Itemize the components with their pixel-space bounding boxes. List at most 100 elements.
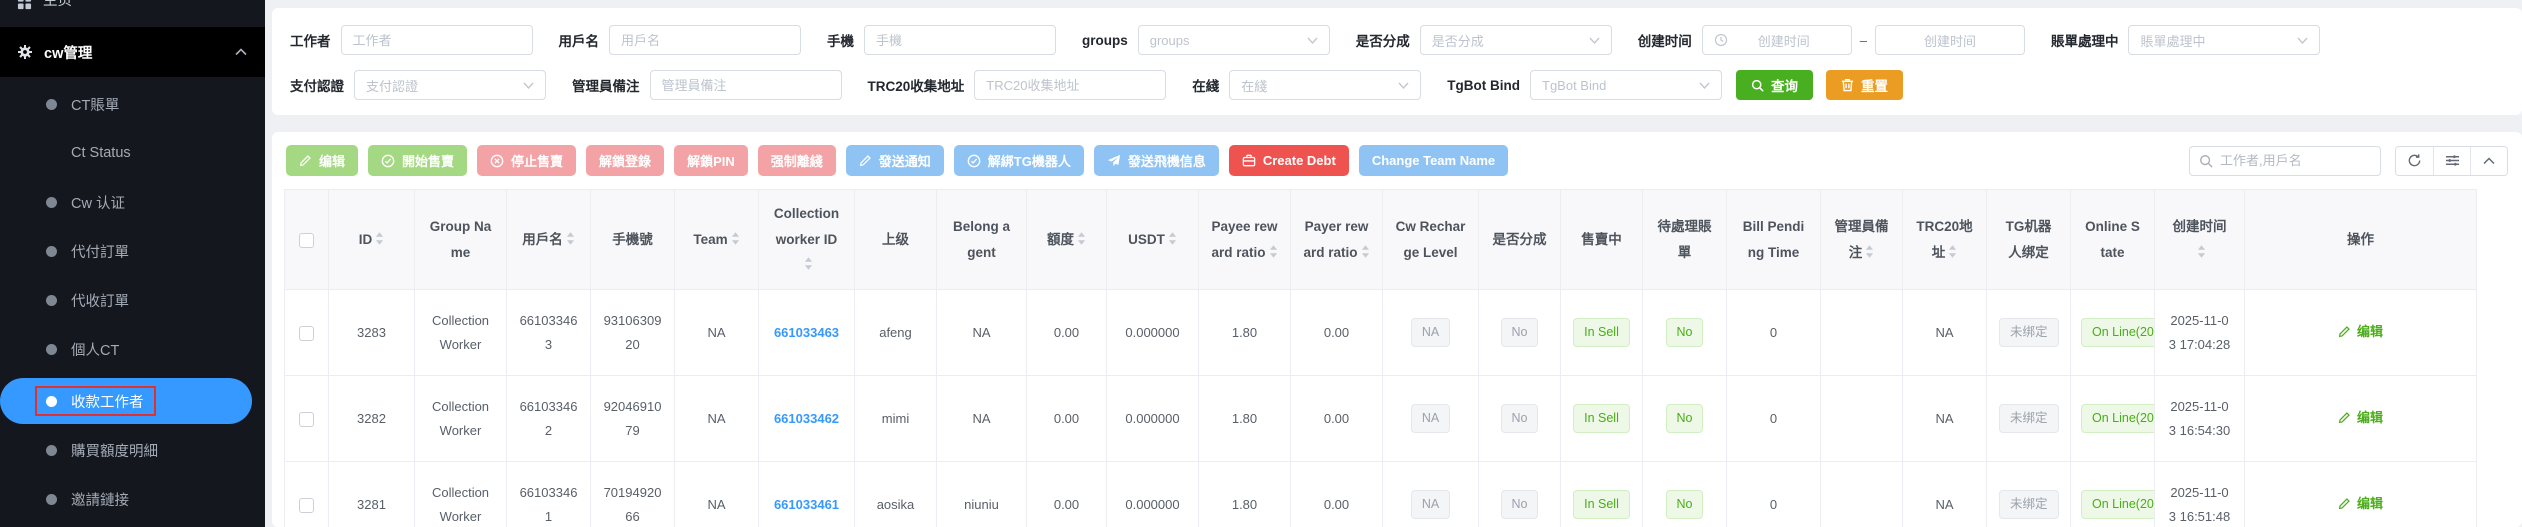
worker-id-link[interactable]: 661033461 <box>774 497 839 512</box>
telegram-icon <box>1107 154 1121 168</box>
pay-auth-select[interactable]: 支付認證 <box>354 70 546 100</box>
col-split: 是否分成 <box>1479 190 1561 290</box>
col-quota[interactable]: 額度 <box>1027 190 1107 290</box>
sort-icon[interactable] <box>731 231 740 246</box>
unbind-tg-button[interactable]: 解綁TG機器人 <box>954 145 1084 176</box>
table-search-input[interactable] <box>2220 153 2371 168</box>
col-id[interactable]: ID <box>329 190 415 290</box>
sidebar-item-label: 購買額度明細 <box>71 440 158 461</box>
sidebar-item-payout-orders[interactable]: 代付訂單 <box>0 231 265 271</box>
start-sell-button[interactable]: 開始售賣 <box>368 145 467 176</box>
cell-created: 2025-11-03 16:51:48 <box>2155 462 2245 527</box>
cell-username: 661033462 <box>507 376 591 462</box>
force-offline-button[interactable]: 强制離綫 <box>758 145 836 176</box>
sort-icon[interactable] <box>804 256 813 271</box>
pencil-icon <box>2338 325 2351 338</box>
sort-icon[interactable] <box>1865 244 1874 259</box>
cell-team: NA <box>675 290 759 376</box>
col-payer-reward-ratio[interactable]: Payer reward ratio <box>1291 190 1383 290</box>
cell-tg-bind: 未绑定 <box>1987 290 2071 376</box>
col-payee-reward-ratio[interactable]: Payee reward ratio <box>1199 190 1291 290</box>
unlock-login-button[interactable]: 解鎖登錄 <box>586 145 664 176</box>
unlock-pin-button[interactable]: 解鎖PIN <box>674 145 748 176</box>
split-label: 是否分成 <box>1356 30 1410 50</box>
col-usdt[interactable]: USDT <box>1107 190 1199 290</box>
column-settings-icon[interactable] <box>2433 147 2470 175</box>
sort-icon[interactable] <box>1269 244 1278 259</box>
edit-row-link[interactable]: 编辑 <box>2338 406 2383 429</box>
select-placeholder: 支付認證 <box>366 76 418 95</box>
sort-icon[interactable] <box>375 231 384 246</box>
col-team[interactable]: Team <box>675 190 759 290</box>
sidebar-item-ct-bill[interactable]: CT賬單 <box>0 84 265 124</box>
cell-online-state: On Line(202 <box>2071 462 2155 527</box>
col-selling: 售賣中 <box>1561 190 1643 290</box>
stop-sell-button[interactable]: 停止售賣 <box>477 145 576 176</box>
create-debt-button[interactable]: Create Debt <box>1229 145 1349 176</box>
sidebar-item-purchase-quota[interactable]: 購買額度明細 <box>0 430 265 470</box>
bill-processing-select[interactable]: 賬單處理中 <box>2128 25 2320 55</box>
created-end-input[interactable]: 创建时间 <box>1875 25 2025 55</box>
chevron-down-icon <box>1589 37 1600 44</box>
online-select[interactable]: 在綫 <box>1229 70 1421 100</box>
send-telegram-button[interactable]: 發送飛機信息 <box>1094 145 1219 176</box>
cell-created: 2025-11-03 17:04:28 <box>2155 290 2245 376</box>
sidebar-item-cw-auth[interactable]: Cw 认证 <box>0 182 265 222</box>
split-select[interactable]: 是否分成 <box>1420 25 1612 55</box>
col-collection-worker-id[interactable]: Collection worker ID <box>759 190 855 290</box>
admin-note-input[interactable] <box>650 70 842 100</box>
trc20-input[interactable] <box>974 70 1166 100</box>
sidebar-item-personal-ct[interactable]: 個人CT <box>0 329 265 369</box>
col-admin-note[interactable]: 管理員備注 <box>1821 190 1903 290</box>
select-all-checkbox[interactable] <box>299 233 314 248</box>
phone-input[interactable] <box>864 25 1056 55</box>
range-separator: – <box>1860 33 1867 48</box>
sort-icon[interactable] <box>1077 231 1086 246</box>
sidebar-group-cw[interactable]: cw管理 <box>0 27 265 77</box>
row-checkbox[interactable] <box>299 326 314 341</box>
search-icon <box>2199 154 2213 168</box>
filter-panel: 工作者 用戶名 手機 groups groups 是否分成 是否分成 创建时间 … <box>272 8 2522 115</box>
refresh-icon[interactable] <box>2396 147 2433 175</box>
row-checkbox[interactable] <box>299 498 314 513</box>
collapse-icon[interactable] <box>2470 147 2507 175</box>
worker-id-link[interactable]: 661033462 <box>774 411 839 426</box>
bullet-icon <box>46 396 57 407</box>
sidebar-item-collect-orders[interactable]: 代收訂單 <box>0 280 265 320</box>
sort-icon[interactable] <box>2197 244 2206 259</box>
sort-icon[interactable] <box>1168 231 1177 246</box>
table-header-row: ID Group Name 用戶名 手機號 Team Collection wo… <box>285 190 2477 290</box>
edit-button[interactable]: 编辑 <box>286 145 358 176</box>
cell-actions: 编辑 <box>2245 462 2477 527</box>
created-start-input[interactable]: 创建时间 <box>1702 25 1852 55</box>
selling-badge: In Sell <box>1573 490 1630 519</box>
sidebar-item-invite-link[interactable]: 邀請鏈接 <box>0 479 265 519</box>
sidebar-item-home[interactable]: 主页 <box>0 0 265 12</box>
col-trc20-address[interactable]: TRC20地址 <box>1903 190 1987 290</box>
cell-quota: 0.00 <box>1027 376 1107 462</box>
col-username[interactable]: 用戶名 <box>507 190 591 290</box>
edit-row-link[interactable]: 编辑 <box>2338 492 2383 515</box>
table-panel: 编辑 開始售賣 停止售賣 解鎖登錄 解鎖PIN 强制離綫 發送通知 解綁TG機器… <box>272 132 2522 527</box>
col-created[interactable]: 创建时间 <box>2155 190 2245 290</box>
tgbot-select[interactable]: TgBot Bind <box>1530 70 1722 100</box>
sidebar-item-ct-status[interactable]: Ct Status <box>0 133 265 173</box>
sort-icon[interactable] <box>566 231 575 246</box>
change-team-name-button[interactable]: Change Team Name <box>1359 145 1508 176</box>
sidebar-item-label: 個人CT <box>71 339 119 360</box>
row-checkbox[interactable] <box>299 412 314 427</box>
sidebar-group-label: cw管理 <box>44 42 92 63</box>
edit-row-link[interactable]: 编辑 <box>2338 320 2383 343</box>
groups-select[interactable]: groups <box>1138 25 1330 55</box>
sidebar-item-label: 代付訂單 <box>71 241 129 262</box>
worker-input[interactable] <box>341 25 533 55</box>
worker-id-link[interactable]: 661033463 <box>774 325 839 340</box>
cell-trc20: NA <box>1903 462 1987 527</box>
sidebar-item-collection-worker[interactable]: 收款工作者 <box>0 378 252 424</box>
query-button[interactable]: 查询 <box>1736 70 1813 100</box>
sort-icon[interactable] <box>1948 244 1957 259</box>
sort-icon[interactable] <box>1361 244 1370 259</box>
reset-button[interactable]: 重置 <box>1826 70 1903 100</box>
username-input[interactable] <box>609 25 801 55</box>
send-notice-button[interactable]: 發送通知 <box>846 145 944 176</box>
